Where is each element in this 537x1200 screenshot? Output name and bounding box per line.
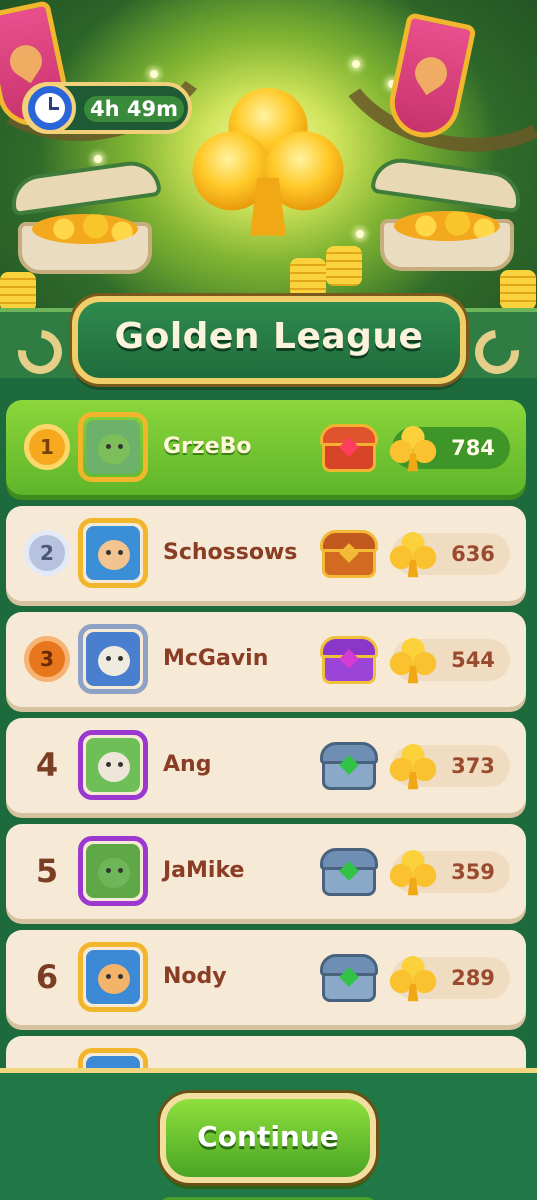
leaderboard-list[interactable]: 1 GrzeBo 784 2 Schossows 636 3 McGavin 544 4 Ang 37… [0,400,537,1068]
rank-badge: 3 [24,636,70,682]
leaderboard-row[interactable]: 2 Schossows 636 [6,506,526,601]
golden-club-icon [384,949,442,1007]
leaderboard-row[interactable]: 4 Ang 373 [6,718,526,813]
golden-club-icon [384,737,442,795]
leaderboard-row[interactable]: 6 Nody 289 [6,930,526,1025]
rank-badge: 1 [24,424,70,470]
league-timer: 4h 49m [22,82,192,134]
sparkle [150,70,158,78]
player-name: GrzeBo [163,434,252,459]
sparkle [94,155,102,163]
score-pill: 636 [389,531,510,578]
timer-remaining: 4h 49m [84,96,184,122]
score-value: 289 [451,966,495,990]
score-pill: 373 [389,743,510,790]
player-avatar[interactable] [78,624,148,694]
player-name: Schossows [163,540,298,565]
player-name: JaMike [163,858,245,883]
treasure-chest-left [8,157,162,278]
golden-club-icon [384,419,442,477]
score-pill: 359 [389,849,510,896]
reward-chest-icon[interactable] [316,950,382,1006]
continue-button[interactable]: Continue [160,1093,376,1183]
title-plaque: Golden League [72,296,466,384]
score-value: 636 [451,542,495,566]
treasure-chest-right [370,154,524,275]
rank-number: 6 [35,958,59,996]
golden-club-icon [384,843,442,901]
player-avatar[interactable] [78,836,148,906]
leaderboard-row[interactable]: 3 McGavin 544 [6,612,526,707]
golden-club-trophy-icon [192,88,344,236]
score-pill: 289 [389,955,510,1002]
player-name: McGavin [163,646,269,671]
golden-club-icon [384,631,442,689]
footer-bar: Continue [0,1068,537,1200]
score-value: 784 [451,436,495,460]
reward-chest-icon[interactable] [316,632,382,688]
player-avatar[interactable] [78,730,148,800]
rank-badge: 2 [24,530,70,576]
leaderboard-row-current-player[interactable]: 1 GrzeBo 784 [6,400,526,495]
player-avatar[interactable] [78,1048,148,1068]
score-value: 373 [451,754,495,778]
player-avatar[interactable] [78,412,148,482]
rank-number: 5 [35,852,59,890]
league-header-art: 4h 49m [0,0,537,320]
reward-chest-icon[interactable] [316,738,382,794]
player-avatar[interactable] [78,942,148,1012]
leaderboard-row-partial[interactable] [6,1036,526,1068]
player-name: Nody [163,964,227,989]
league-title-bar: Golden League [0,288,537,400]
reward-chest-icon[interactable] [316,420,382,476]
player-name: Ang [163,752,212,777]
score-value: 359 [451,860,495,884]
score-pill: 544 [389,637,510,684]
coin-stack [326,246,362,286]
golden-club-icon [384,525,442,583]
page-title: Golden League [114,316,424,357]
clock-icon [24,82,76,134]
reward-chest-icon[interactable] [316,526,382,582]
score-value: 544 [451,648,495,672]
score-pill: 784 [389,425,510,472]
sparkle [352,60,360,68]
player-avatar[interactable] [78,518,148,588]
rank-number: 4 [35,746,59,784]
leaderboard-row[interactable]: 5 JaMike 359 [6,824,526,919]
reward-chest-icon[interactable] [316,844,382,900]
